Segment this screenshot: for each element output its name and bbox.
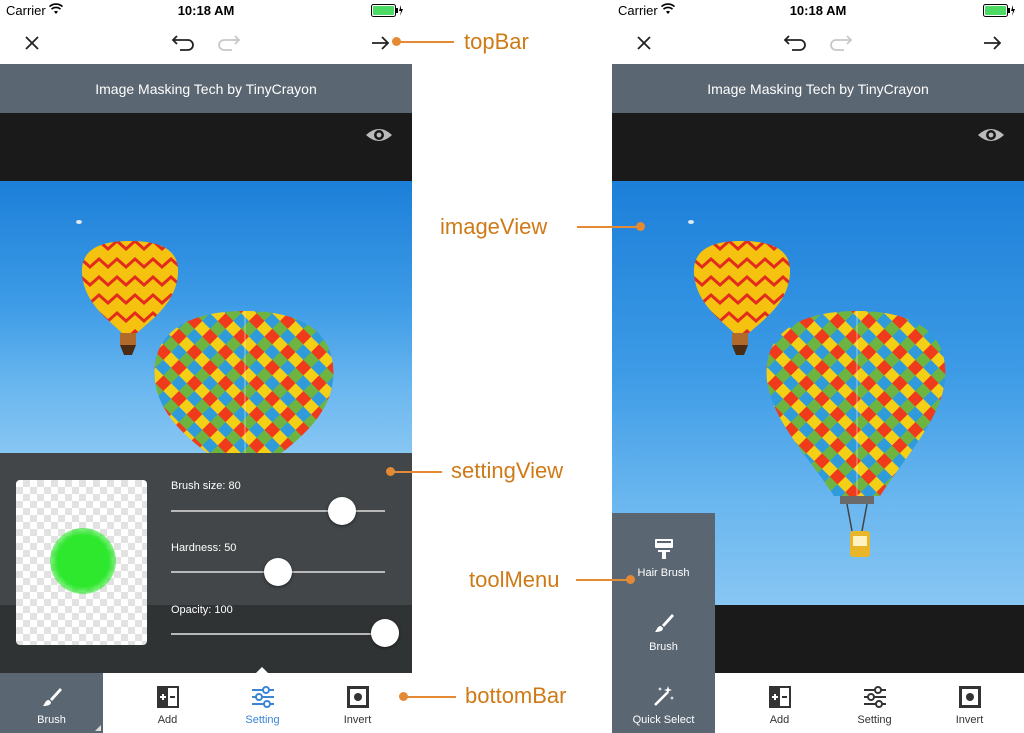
undo-icon[interactable]	[166, 28, 196, 58]
setting-view: Brush size: 80 Hardness: 50 Opacity: 100	[0, 453, 412, 673]
setting-tab[interactable]: Setting	[211, 667, 314, 733]
invert-tab-label: Invert	[343, 714, 372, 726]
setting-tab[interactable]: Setting	[823, 673, 926, 733]
setting-icon	[252, 686, 274, 708]
status-bar: Carrier 10:18 AM	[0, 0, 412, 22]
setting-view-callout-line	[390, 471, 442, 473]
small-balloon	[81, 241, 179, 355]
image-top-band	[612, 113, 1024, 181]
eye-icon[interactable]	[977, 125, 1005, 145]
top-bar	[612, 22, 1024, 64]
setting-tab-label: Setting	[245, 714, 280, 726]
image-view-callout-dot	[636, 222, 645, 231]
brush-icon	[43, 688, 62, 706]
bottom-bar: Add Setting Invert	[715, 673, 1024, 733]
top-bar	[0, 22, 412, 64]
image-title: Image Masking Tech by TinyCrayon	[707, 80, 929, 97]
bottom-bar: Brush Add Setting Invert	[0, 667, 412, 733]
add-tab[interactable]: Add	[728, 673, 831, 733]
add-icon	[157, 686, 179, 708]
tool-menu-callout: toolMenu	[469, 567, 560, 592]
brush-preview-dot	[50, 528, 116, 594]
add-tab-label: Add	[157, 714, 178, 726]
brush-tab-label: Brush	[37, 714, 66, 726]
image-top-band	[0, 113, 412, 181]
status-time: 10:18 AM	[789, 3, 847, 18]
brush-size-slider-knob[interactable]	[328, 497, 357, 525]
hardness-slider-knob[interactable]	[264, 558, 292, 586]
battery-icon	[371, 4, 403, 17]
status-time: 10:18 AM	[177, 3, 235, 18]
brush-tool-label: Brush	[649, 641, 678, 653]
invert-icon	[347, 686, 369, 708]
quick-select-icon	[654, 686, 674, 706]
setting-icon	[864, 686, 886, 708]
brush-tab-corner-indicator	[95, 725, 101, 731]
bottom-bar-callout: bottomBar	[465, 683, 567, 708]
tool-menu: Hair Brush Brush Quick Select	[612, 513, 715, 733]
add-tab[interactable]: Add	[116, 673, 219, 733]
opacity-label: Opacity: 100	[171, 604, 233, 616]
image-title-bar: Image Masking Tech by TinyCrayon	[0, 64, 412, 113]
right-phone-screen: Carrier 10:18 AM Image Masking Tech by T…	[612, 0, 1024, 733]
add-icon	[769, 686, 791, 708]
setting-view-callout: settingView	[451, 458, 564, 483]
invert-tab-label: Invert	[955, 714, 984, 726]
setting-tab-caret	[256, 667, 268, 673]
top-bar-callout-line	[396, 41, 454, 43]
screenshot-stage: Carrier 10:18 AM Image Masking Tech by T…	[0, 0, 1024, 733]
hardness-label: Hardness: 50	[171, 542, 237, 554]
tool-menu-callout-line	[576, 579, 630, 581]
close-icon[interactable]	[629, 28, 659, 58]
image-view-callout-line	[577, 226, 640, 228]
setting-tab-label: Setting	[857, 714, 892, 726]
brush-preview	[16, 480, 147, 645]
forward-arrow-icon[interactable]	[365, 28, 395, 58]
brush-size-label: Brush size: 80	[171, 480, 241, 492]
quick-select-label: Quick Select	[632, 714, 695, 726]
top-bar-callout: topBar	[464, 29, 529, 54]
redo-icon[interactable]	[828, 28, 858, 58]
small-balloon	[693, 241, 791, 355]
brush-tab[interactable]: Brush	[0, 673, 103, 733]
brush-tool[interactable]: Brush	[612, 587, 715, 660]
invert-tab[interactable]: Invert	[918, 673, 1021, 733]
forward-arrow-icon[interactable]	[977, 28, 1007, 58]
balloons-image	[76, 220, 334, 453]
image-title-bar: Image Masking Tech by TinyCrayon	[612, 64, 1024, 113]
eye-icon[interactable]	[365, 125, 393, 145]
close-icon[interactable]	[17, 28, 47, 58]
image-view[interactable]	[0, 181, 412, 453]
status-bar: Carrier 10:18 AM	[612, 0, 1024, 22]
quick-select-tool[interactable]: Quick Select	[612, 660, 715, 733]
undo-icon[interactable]	[778, 28, 808, 58]
add-tab-label: Add	[769, 714, 790, 726]
tool-menu-callout-dot	[626, 575, 635, 584]
brush-icon	[655, 614, 674, 632]
opacity-slider-knob[interactable]	[371, 619, 399, 647]
redo-icon[interactable]	[216, 28, 246, 58]
image-view-callout: imageView	[440, 214, 548, 239]
invert-icon	[959, 686, 981, 708]
image-title: Image Masking Tech by TinyCrayon	[95, 80, 317, 97]
left-phone-screen: Carrier 10:18 AM Image Masking Tech by T…	[0, 0, 412, 733]
large-balloon	[766, 311, 946, 557]
bottom-bar-callout-line	[403, 696, 456, 698]
opacity-track	[171, 633, 385, 635]
hair-brush-icon	[655, 539, 673, 559]
invert-tab[interactable]: Invert	[306, 673, 409, 733]
large-balloon	[154, 311, 334, 453]
battery-icon	[983, 4, 1015, 17]
